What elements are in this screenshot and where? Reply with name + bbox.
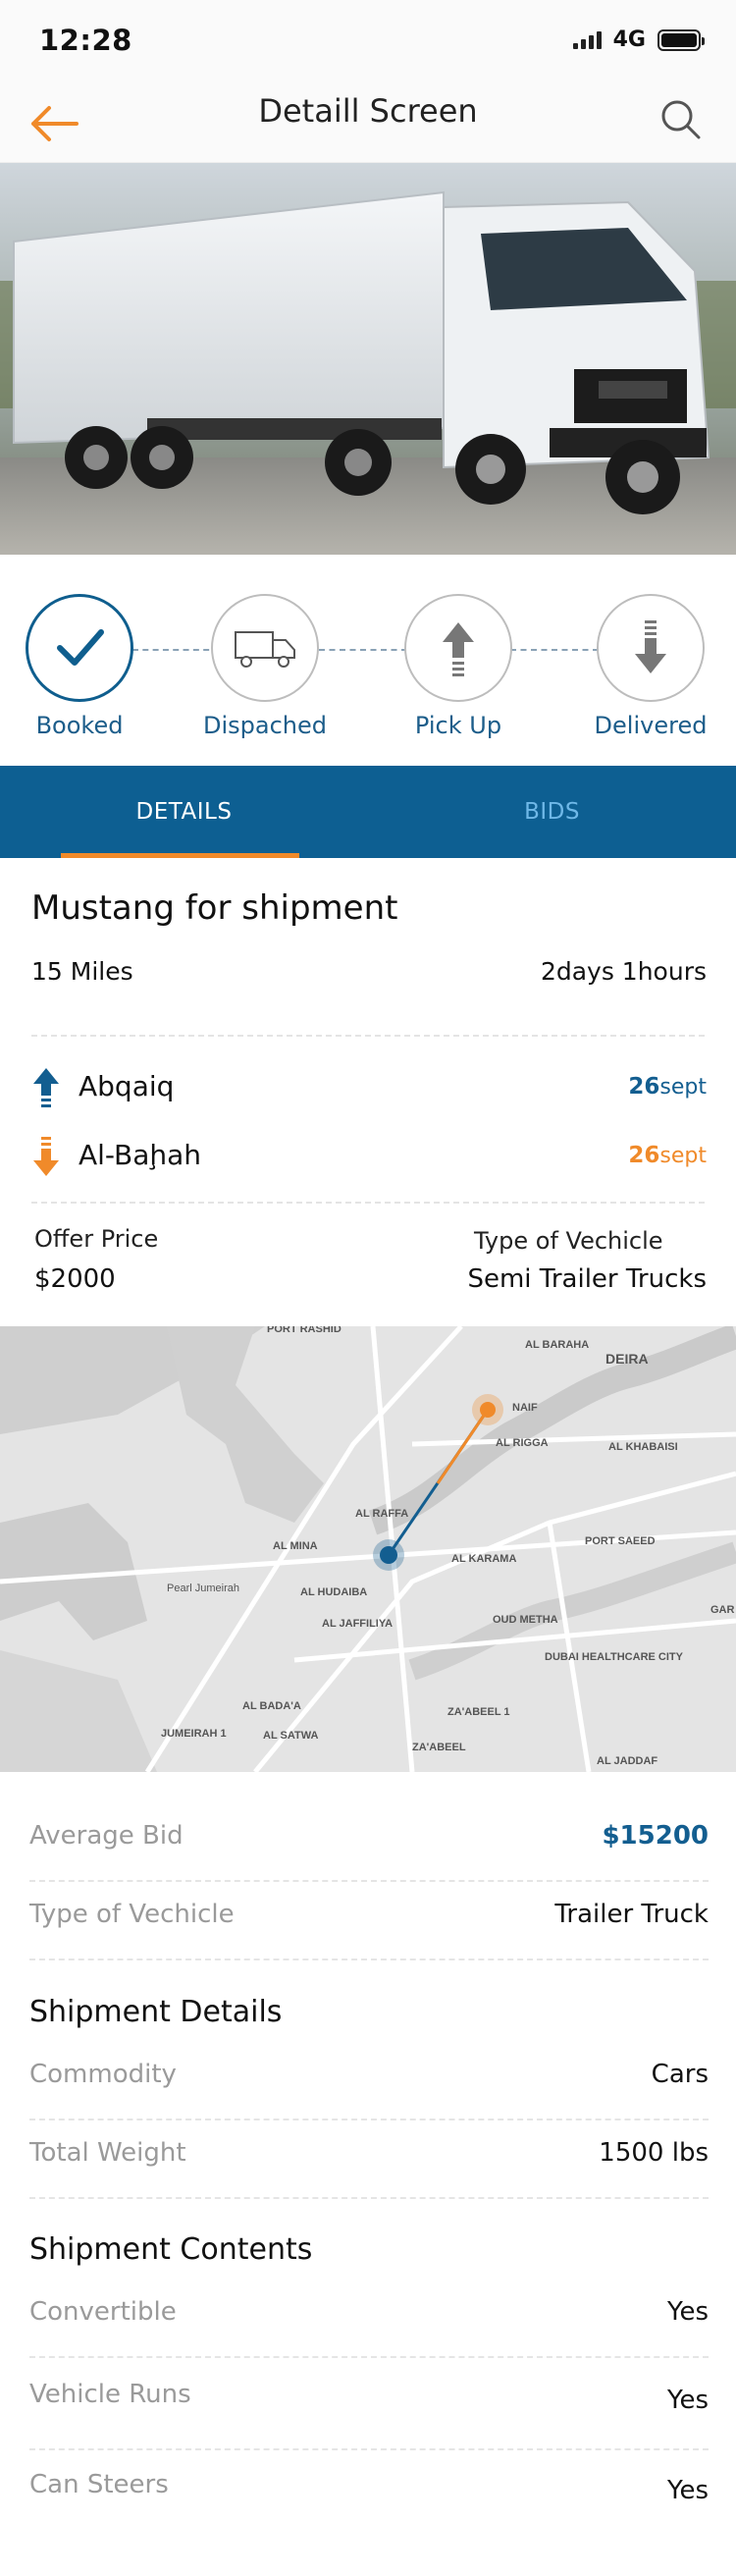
convertible-label: Convertible — [29, 2297, 177, 2327]
battery-icon — [657, 28, 705, 51]
step-pickup[interactable]: Pick Up — [385, 594, 532, 739]
vehicle-runs-value: Yes — [667, 2386, 709, 2415]
check-icon — [57, 629, 104, 666]
search-button[interactable] — [656, 94, 707, 145]
page-title: Detaill Screen — [258, 92, 478, 130]
destination-arrow-icon — [33, 1137, 59, 1176]
vehicle-runs-row: Vehicle Runs Yes — [29, 2362, 709, 2450]
signal-icon — [572, 30, 602, 49]
status-bar: 12:28 4G — [0, 0, 736, 82]
tab-indicator — [61, 853, 299, 858]
vehicle-type-label: Type of Vechicle — [474, 1227, 663, 1255]
map-label: AL BARAHA — [525, 1339, 589, 1351]
weight-row: Total Weight 1500 lbs — [29, 2120, 709, 2199]
step-label: Pick Up — [414, 712, 502, 739]
step-delivered[interactable]: Delivered — [577, 594, 724, 739]
vehicle-runs-label: Vehicle Runs — [29, 2380, 191, 2409]
map-label: AL KARAMA — [451, 1553, 516, 1565]
status-indicators: 4G — [572, 27, 705, 52]
weight-label: Total Weight — [29, 2138, 186, 2168]
step-dispatched[interactable]: Dispached — [191, 594, 339, 739]
destination-date: 26sept — [628, 1143, 707, 1168]
map-label: PORT SAEED — [585, 1535, 656, 1547]
offer-price-value: $2000 — [34, 1264, 116, 1294]
origin-arrow-icon — [33, 1068, 59, 1107]
can-steers-label: Can Steers — [29, 2470, 169, 2499]
vehicle-type-value: Semi Trailer Trucks — [467, 1264, 707, 1294]
shipment-details-title: Shipment Details — [29, 1995, 283, 2029]
convertible-value: Yes — [667, 2297, 709, 2327]
step-label: Dispached — [203, 712, 327, 739]
map-label: AL MINA — [273, 1540, 318, 1552]
map-label: PORT RASHID — [267, 1326, 342, 1335]
map-label: ZA'ABEEL — [412, 1742, 466, 1753]
can-steers-value: Yes — [667, 2476, 709, 2505]
offer-price-label: Offer Price — [34, 1225, 159, 1253]
map-label: JUMEIRAH 1 — [161, 1728, 227, 1740]
commodity-label: Commodity — [29, 2060, 177, 2089]
map-label: DEIRA — [605, 1351, 649, 1367]
truck-photo — [0, 163, 736, 555]
upload-arrow-icon — [443, 622, 474, 676]
weight-value: 1500 lbs — [599, 2138, 709, 2168]
search-icon — [661, 100, 701, 139]
map-label: DUBAI HEALTHCARE CITY — [545, 1651, 684, 1663]
map-label: AL RAFFA — [355, 1508, 408, 1520]
vehicle-type-label: Type of Vechicle — [29, 1900, 235, 1929]
origin-date: 26sept — [628, 1074, 707, 1100]
distance: 15 Miles — [31, 957, 133, 986]
map-label: AL SATWA — [263, 1730, 318, 1742]
vehicle-type-row: Type of Vechicle Trailer Truck — [29, 1882, 709, 1960]
divider — [31, 1035, 705, 1037]
map-label: Pearl Jumeirah — [167, 1583, 239, 1594]
map-label: AL JAFFILIYA — [322, 1618, 393, 1630]
shipment-progress: Booked Dispached Pick Up Delivered — [0, 555, 736, 766]
map-label: AL KHABAISI — [608, 1441, 678, 1453]
tab-details[interactable]: DETAILS — [0, 766, 368, 858]
divider — [31, 1202, 705, 1204]
map-label: AL HUDAIBA — [300, 1586, 367, 1598]
map-label: AL BADA'A — [242, 1700, 301, 1712]
average-bid-label: Average Bid — [29, 1821, 184, 1851]
duration: 2days 1hours — [540, 957, 707, 986]
truck-icon — [235, 631, 295, 668]
commodity-value: Cars — [651, 2060, 709, 2089]
commodity-row: Commodity Cars — [29, 2042, 709, 2120]
tab-bids[interactable]: BIDS — [368, 766, 736, 858]
status-time: 12:28 — [39, 24, 132, 57]
average-bid-row: Average Bid $15200 — [29, 1803, 709, 1882]
map-label: ZA'ABEEL 1 — [447, 1706, 510, 1718]
map-label: AL JADDAF — [597, 1755, 657, 1767]
map-label: NAIF — [512, 1402, 538, 1414]
can-steers-row: Can Steers Yes — [29, 2452, 709, 2541]
tab-bar: DETAILS BIDS — [0, 766, 736, 858]
shipment-contents-title: Shipment Contents — [29, 2232, 313, 2267]
step-booked[interactable]: Booked — [6, 594, 153, 739]
convertible-row: Convertible Yes — [29, 2280, 709, 2358]
average-bid-value: $15200 — [602, 1821, 709, 1851]
network-type: 4G — [612, 27, 646, 52]
route-map[interactable]: PORT RASHID AL BARAHA DEIRA NAIF AL RIGG… — [0, 1326, 736, 1772]
map-label: AL RIGGA — [496, 1437, 549, 1449]
map-label: OUD METHA — [493, 1614, 558, 1626]
step-label: Booked — [35, 712, 124, 739]
destination-name: Al-Baḩah — [79, 1139, 202, 1171]
vehicle-type-value: Trailer Truck — [554, 1900, 709, 1929]
download-arrow-icon — [635, 620, 666, 673]
app-header: Detaill Screen — [0, 82, 736, 163]
detail-screen: 12:28 4G Detaill Screen Booked Dispached… — [0, 0, 736, 2576]
map-label: GAR — [710, 1604, 735, 1616]
shipment-title: Mustang for shipment — [31, 888, 398, 928]
step-label: Delivered — [594, 712, 708, 739]
origin-name: Abqaiq — [79, 1070, 175, 1102]
